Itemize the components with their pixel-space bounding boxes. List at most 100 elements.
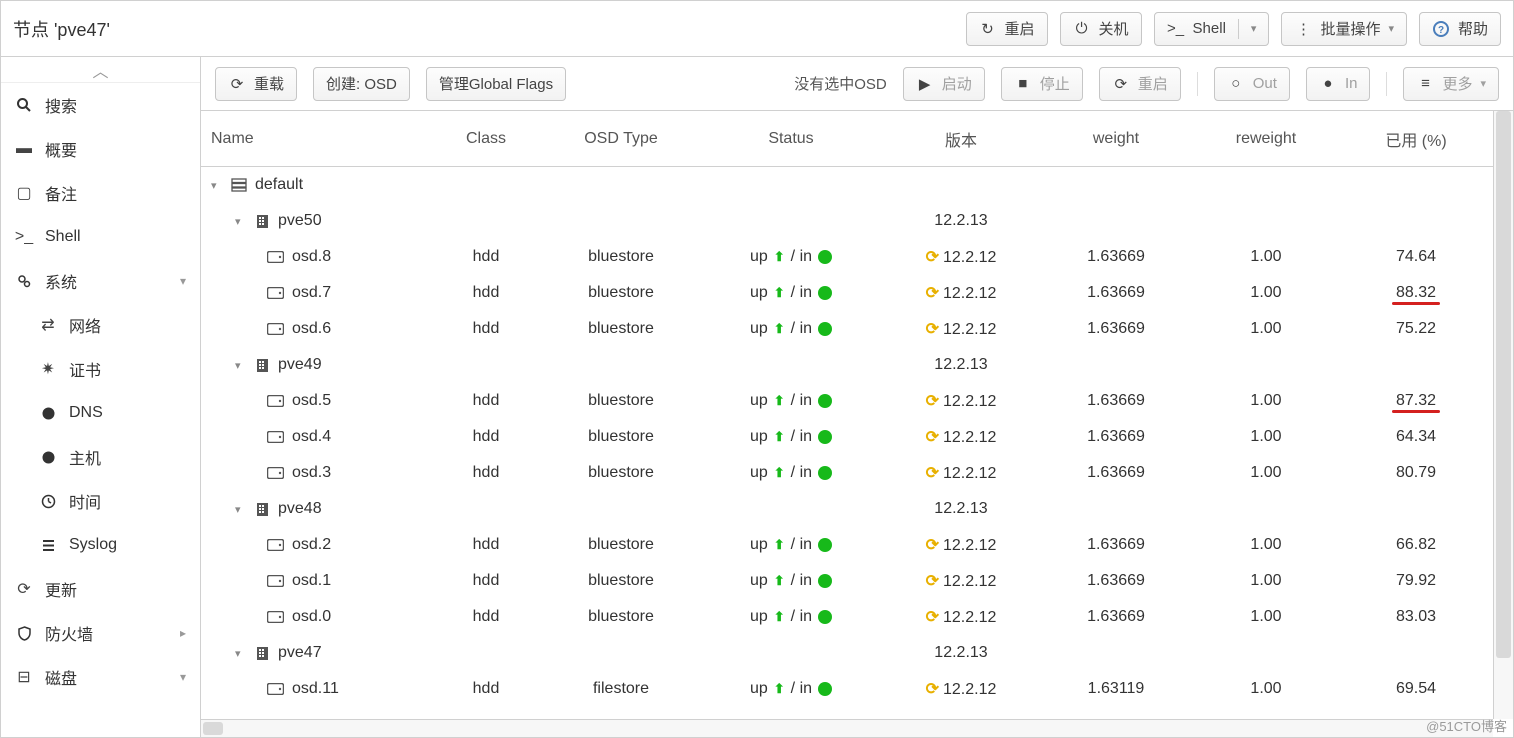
sidebar-item-network[interactable]: ⇄ 网络 (1, 303, 200, 347)
more-button[interactable]: ≡ 更多 ▾ (1403, 67, 1499, 101)
sidebar-item-system[interactable]: 系统 ▾ (1, 259, 200, 303)
sidebar-label: 网络 (69, 313, 101, 337)
refresh-icon: ⟳ (926, 429, 939, 446)
sidebar-item-shell[interactable]: >_ Shell (1, 215, 200, 259)
tree-osd[interactable]: osd.6hddbluestoreup ⬆ / in ⟳12.2.121.636… (201, 311, 1513, 347)
restart-label: 重启 (1138, 73, 1168, 94)
tree-osd[interactable]: osd.1hddbluestoreup ⬆ / in ⟳12.2.121.636… (201, 563, 1513, 599)
sidebar-item-summary[interactable]: ▬ 概要 (1, 127, 200, 171)
sidebar-item-update[interactable]: ⟳ 更新 (1, 567, 200, 611)
stop-button[interactable]: ■ 停止 (1001, 67, 1083, 101)
in-button[interactable]: ● In (1306, 67, 1371, 101)
top-actions: ↻ 重启 ⏻ 关机 >_ Shell ▾ ⋮ 批量操作 ▾ ? (966, 12, 1501, 46)
grid-body: ▾default▾pve5012.2.13osd.8hddbluestoreup… (201, 167, 1513, 737)
osd-weight: 1.63669 (1041, 248, 1191, 266)
col-status[interactable]: Status (701, 130, 881, 148)
hdd-icon (267, 683, 284, 695)
horizontal-scrollbar[interactable] (201, 719, 1493, 737)
col-version[interactable]: 版本 (881, 127, 1041, 151)
sidebar-item-time[interactable]: 时间 (1, 479, 200, 523)
chevron-down-icon[interactable]: ▾ (211, 179, 223, 192)
osd-used: 69.54 (1341, 680, 1491, 698)
tree-host[interactable]: ▾pve4912.2.13 (201, 347, 1513, 383)
bulk-button[interactable]: ⋮ 批量操作 ▾ (1281, 12, 1407, 46)
restart-osd-button[interactable]: ⟳ 重启 (1099, 67, 1181, 101)
restart-button[interactable]: ↻ 重启 (966, 12, 1048, 46)
osd-used: 83.03 (1341, 608, 1491, 626)
tree-osd[interactable]: osd.8hddbluestoreup ⬆ / in ⟳12.2.121.636… (201, 239, 1513, 275)
sidebar-item-search[interactable]: 搜索 (1, 83, 200, 127)
tree-host[interactable]: ▾pve4712.2.13 (201, 635, 1513, 671)
scroll-thumb[interactable] (203, 722, 223, 735)
chevron-down-icon[interactable]: ▾ (235, 359, 247, 372)
arrow-up-icon: ⬆ (774, 393, 785, 409)
col-reweight[interactable]: reweight (1191, 130, 1341, 148)
sidebar-item-firewall[interactable]: 防火墙 ▸ (1, 611, 200, 655)
clock-icon (39, 494, 57, 509)
status-dot-icon (818, 286, 832, 300)
osd-used: 79.92 (1341, 572, 1491, 590)
terminal-icon: >_ (1167, 20, 1185, 37)
tree-osd[interactable]: osd.2hddbluestoreup ⬆ / in ⟳12.2.121.636… (201, 527, 1513, 563)
osd-weight: 1.63669 (1041, 392, 1191, 410)
sidebar-label: 证书 (69, 357, 101, 381)
sidebar-item-disk[interactable]: ⊟ 磁盘 ▾ (1, 655, 200, 699)
col-osd-type[interactable]: OSD Type (541, 130, 701, 148)
col-weight[interactable]: weight (1041, 130, 1191, 148)
osd-status: up ⬆ / in (701, 464, 881, 482)
arrow-up-icon: ⬆ (774, 321, 785, 337)
start-button[interactable]: ▶ 启动 (903, 67, 985, 101)
shell-button[interactable]: >_ Shell ▾ (1154, 12, 1270, 46)
vertical-scrollbar[interactable] (1493, 111, 1513, 719)
osd-type: filestore (541, 680, 701, 698)
tree-osd[interactable]: osd.4hddbluestoreup ⬆ / in ⟳12.2.121.636… (201, 419, 1513, 455)
col-name[interactable]: Name (201, 130, 431, 148)
chevron-down-icon[interactable]: ▾ (235, 647, 247, 660)
tree-osd[interactable]: osd.5hddbluestoreup ⬆ / in ⟳12.2.121.636… (201, 383, 1513, 419)
chevron-down-icon[interactable]: ▾ (235, 215, 247, 228)
tree-osd[interactable]: osd.0hddbluestoreup ⬆ / in ⟳12.2.121.636… (201, 599, 1513, 635)
sidebar-item-syslog[interactable]: Syslog (1, 523, 200, 567)
osd-reweight: 1.00 (1191, 428, 1341, 446)
arrow-up-icon: ⬆ (774, 465, 785, 481)
tree-osd[interactable]: osd.7hddbluestoreup ⬆ / in ⟳12.2.121.636… (201, 275, 1513, 311)
tree-host[interactable]: ▾pve4812.2.13 (201, 491, 1513, 527)
sidebar-item-notes[interactable]: ▢ 备注 (1, 171, 200, 215)
circle-filled-icon: ● (1319, 75, 1337, 92)
osd-class: hdd (431, 464, 541, 482)
scroll-thumb[interactable] (1496, 111, 1511, 658)
tree-host[interactable]: ▾pve5012.2.13 (201, 203, 1513, 239)
refresh-icon: ⟳ (228, 75, 246, 93)
osd-status: up ⬆ / in (701, 248, 881, 266)
osd-status: up ⬆ / in (701, 572, 881, 590)
help-button[interactable]: ? 帮助 (1419, 12, 1501, 46)
osd-name: osd.4 (292, 428, 331, 446)
sidebar-collapse[interactable]: ︿ (1, 57, 200, 83)
sidebar-item-host[interactable]: 主机 (1, 435, 200, 479)
osd-version: ⟳12.2.12 (881, 427, 1041, 447)
toolbar: ⟳ 重载 创建: OSD 管理Global Flags 没有选中OSD ▶ 启动… (201, 57, 1513, 111)
tree-root[interactable]: ▾default (201, 167, 1513, 203)
host-version: 12.2.13 (881, 644, 1041, 662)
reload-label: 重载 (254, 73, 284, 94)
osd-status: up ⬆ / in (701, 608, 881, 626)
col-used[interactable]: 已用 (%) (1341, 127, 1491, 151)
chevron-down-icon[interactable]: ▾ (235, 503, 247, 516)
osd-weight: 1.63669 (1041, 608, 1191, 626)
osd-reweight: 1.00 (1191, 392, 1341, 410)
status-dot-icon (818, 250, 832, 264)
osd-type: bluestore (541, 464, 701, 482)
sidebar-item-dns[interactable]: DNS (1, 391, 200, 435)
hdd-icon (267, 611, 284, 623)
chevron-down-icon: ▾ (180, 274, 186, 288)
create-osd-button[interactable]: 创建: OSD (313, 67, 410, 101)
osd-status: up ⬆ / in (701, 392, 881, 410)
tree-osd[interactable]: osd.3hddbluestoreup ⬆ / in ⟳12.2.121.636… (201, 455, 1513, 491)
sidebar-item-certs[interactable]: ✷ 证书 (1, 347, 200, 391)
tree-osd[interactable]: osd.11hddfilestoreup ⬆ / in ⟳12.2.121.63… (201, 671, 1513, 707)
reload-button[interactable]: ⟳ 重载 (215, 67, 297, 101)
out-button[interactable]: ○ Out (1214, 67, 1290, 101)
shutdown-button[interactable]: ⏻ 关机 (1060, 12, 1142, 46)
col-class[interactable]: Class (431, 130, 541, 148)
manage-flags-button[interactable]: 管理Global Flags (426, 67, 566, 101)
